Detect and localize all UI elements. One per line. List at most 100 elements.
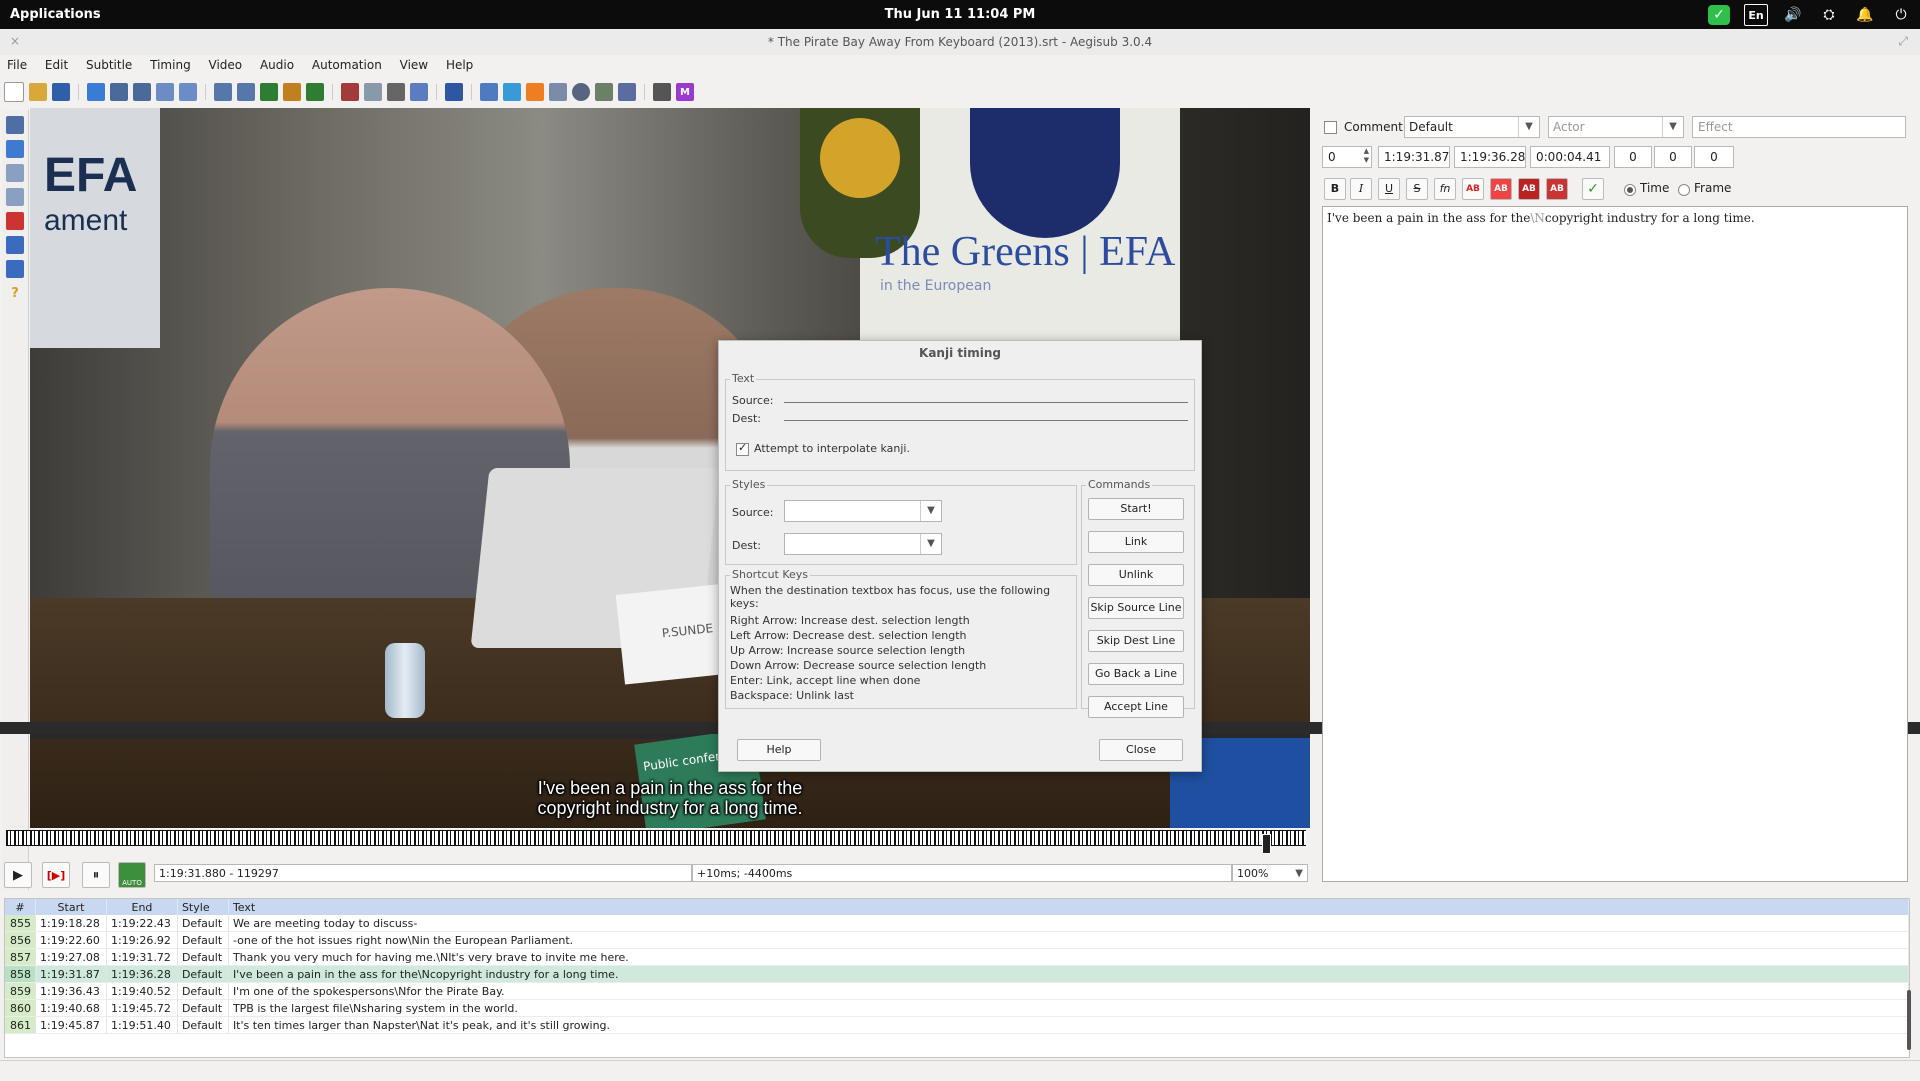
shift-times-icon[interactable] — [410, 83, 428, 101]
new-file-icon[interactable] — [4, 82, 24, 102]
skip-source-line-button[interactable]: Skip Source Line — [1088, 597, 1184, 619]
comment-checkbox[interactable] — [1324, 120, 1337, 134]
timing-postprocessor-icon[interactable] — [503, 83, 521, 101]
column-style[interactable]: Style — [177, 899, 229, 915]
video-seek-bar[interactable] — [6, 830, 1306, 846]
menu-video[interactable]: Video — [202, 55, 250, 75]
margin-left-field[interactable]: 0 — [1614, 146, 1652, 168]
column-number[interactable]: # — [5, 899, 36, 915]
start-time-field[interactable]: 1:19:31.87 — [1378, 146, 1450, 168]
table-row[interactable]: 857 1:19:27.08 1:19:31.72 Default Thank … — [5, 948, 1910, 966]
underline-button[interactable]: U — [1378, 178, 1400, 200]
source-text-display[interactable] — [784, 402, 1188, 403]
spell-check-icon[interactable] — [387, 83, 405, 101]
margin-vertical-field[interactable]: 0 — [1694, 146, 1734, 168]
strikeout-button[interactable]: S — [1406, 178, 1428, 200]
zoom-in-icon[interactable] — [110, 83, 128, 101]
menu-automation[interactable]: Automation — [305, 55, 389, 75]
styles-dest-select[interactable]: ▼ — [784, 533, 942, 555]
time-frame-field[interactable]: 1:19:31.880 - 119297 — [154, 864, 692, 882]
accept-line-button[interactable]: Accept Line — [1088, 696, 1184, 718]
rotate-xy-tool-icon[interactable] — [6, 188, 24, 206]
unlink-button[interactable]: Unlink — [1088, 564, 1184, 586]
font-button[interactable]: fn — [1434, 178, 1456, 200]
play-button[interactable]: ▶ — [4, 862, 32, 888]
menu-edit[interactable]: Edit — [38, 55, 75, 75]
jump-to-icon[interactable] — [87, 83, 105, 101]
power-icon[interactable]: ⏻ — [1890, 5, 1912, 25]
select-lines-icon[interactable] — [549, 83, 567, 101]
styling-assistant-icon[interactable] — [445, 83, 463, 101]
styles-source-select[interactable]: ▼ — [784, 500, 942, 522]
subtitle-grid[interactable]: # Start End Style Text 855 1:19:18.28 1:… — [4, 898, 1910, 1058]
menu-timing[interactable]: Timing — [143, 55, 198, 75]
attachments-icon[interactable] — [260, 83, 278, 101]
go-back-line-button[interactable]: Go Back a Line — [1088, 663, 1184, 685]
table-row[interactable]: 861 1:19:45.87 1:19:51.40 Default It's t… — [5, 1016, 1910, 1034]
skip-dest-line-button[interactable]: Skip Dest Line — [1088, 630, 1184, 652]
frame-radio[interactable] — [1678, 182, 1690, 196]
standard-tool-icon[interactable] — [6, 116, 24, 134]
menu-help[interactable]: Help — [439, 55, 480, 75]
menu-subtitle[interactable]: Subtitle — [79, 55, 139, 75]
volume-icon[interactable]: 🔊 — [1782, 5, 1804, 25]
duration-field[interactable]: 0:00:04.41 — [1530, 146, 1610, 168]
spinner-arrows-icon[interactable]: ▲ ▼ — [1364, 147, 1369, 165]
automation-icon[interactable] — [341, 83, 359, 101]
check-spelling-icon[interactable] — [618, 83, 636, 101]
menu-view[interactable]: View — [393, 55, 435, 75]
style-select[interactable]: Default ▼ — [1404, 116, 1540, 138]
drag-tool-icon[interactable] — [6, 140, 24, 158]
fonts-collector-icon[interactable] — [283, 83, 301, 101]
primary-color-button[interactable]: AB — [1462, 178, 1484, 200]
pause-button[interactable]: ⏸ — [82, 862, 110, 888]
column-start[interactable]: Start — [35, 899, 107, 915]
clip-tool-icon[interactable] — [6, 236, 24, 254]
video-clip-icon[interactable] — [179, 83, 197, 101]
maximize-icon[interactable]: ⤢ — [1898, 34, 1908, 49]
start-button[interactable]: Start! — [1088, 498, 1184, 520]
margin-right-field[interactable]: 0 — [1654, 146, 1692, 168]
notification-bell-icon[interactable]: 🔔 — [1854, 5, 1876, 25]
table-row-selected[interactable]: 858 1:19:31.87 1:19:36.28 Default I've b… — [5, 965, 1910, 983]
table-row[interactable]: 859 1:19:36.43 1:19:40.52 Default I'm on… — [5, 982, 1910, 1000]
help-button[interactable]: Help — [737, 739, 821, 761]
menu-audio[interactable]: Audio — [253, 55, 301, 75]
column-end[interactable]: End — [106, 899, 178, 915]
effect-field[interactable]: Effect — [1692, 116, 1906, 138]
styles-manager-icon[interactable] — [237, 83, 255, 101]
close-button[interactable]: Close — [1099, 739, 1183, 761]
grid-vertical-scrollbar[interactable] — [1907, 990, 1911, 1050]
seek-thumb[interactable] — [1261, 834, 1271, 854]
interpolate-checkbox[interactable]: ✓ — [736, 441, 749, 456]
shadow-color-button[interactable]: AB — [1546, 178, 1568, 200]
scale-tool-icon[interactable] — [6, 212, 24, 230]
macro-icon[interactable]: M — [676, 83, 694, 101]
network-icon[interactable]: ⛭ — [1818, 5, 1840, 25]
subtitle-text-editor[interactable]: I've been a pain in the ass for the\Ncop… — [1322, 206, 1908, 882]
resample-icon[interactable] — [306, 83, 324, 101]
clock[interactable]: Thu Jun 11 11:04 PM — [0, 7, 1920, 22]
zoom-out-icon[interactable] — [133, 83, 151, 101]
check-icon[interactable]: ✓ — [1708, 5, 1730, 25]
translation-icon[interactable] — [364, 83, 382, 101]
time-radio[interactable] — [1624, 182, 1636, 196]
italic-button[interactable]: I — [1350, 178, 1372, 200]
auto-scroll-button[interactable]: AUTO — [118, 862, 146, 888]
rotate-z-tool-icon[interactable] — [6, 164, 24, 182]
zoom-select[interactable]: 100% ▼ — [1232, 864, 1308, 882]
fade-icon[interactable] — [526, 83, 544, 101]
table-row[interactable]: 855 1:19:18.28 1:19:22.43 Default We are… — [5, 915, 1910, 932]
menu-file[interactable]: File — [0, 55, 34, 75]
help-icon[interactable]: ? — [6, 284, 24, 302]
dest-text-input[interactable] — [784, 420, 1188, 421]
end-time-field[interactable]: 1:19:36.28 — [1454, 146, 1526, 168]
kanji-timer-icon[interactable] — [480, 83, 498, 101]
secondary-color-button[interactable]: AB — [1490, 178, 1512, 200]
column-text[interactable]: Text — [228, 899, 1910, 915]
sort-icon[interactable] — [595, 83, 613, 101]
offset-field[interactable]: +10ms; -4400ms — [692, 864, 1232, 882]
link-button[interactable]: Link — [1088, 531, 1184, 553]
keyboard-layout-icon[interactable]: En — [1744, 4, 1768, 26]
layer-spinner[interactable]: 0 ▲ ▼ — [1322, 146, 1372, 168]
